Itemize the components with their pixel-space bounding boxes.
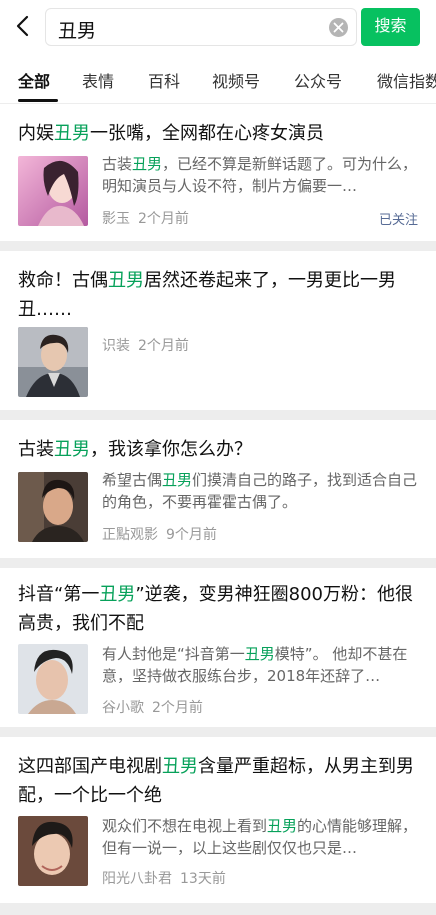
tab-stickers[interactable]: 表情 (82, 68, 114, 92)
result-time: 2个月前 (138, 338, 189, 354)
search-query[interactable]: 丑男 (58, 16, 96, 43)
result-card[interactable]: 内娱丑男一张嘴，全网都在心疼女演员 古装丑男，已经不算是新鲜话题了。可为什么，明… (0, 104, 436, 241)
tab-channels[interactable]: 视频号 (212, 68, 260, 92)
result-card[interactable]: 古装丑男，我该拿你怎么办？ 希望古偶丑男们摸清自己的路子，找到适合自己的角色，不… (0, 420, 436, 558)
tab-wechat-index[interactable]: 微信指数 (377, 68, 436, 92)
result-title[interactable]: 古装丑男，我该拿你怎么办？ (18, 435, 418, 464)
result-card[interactable]: 救命！古偶丑男居然还卷起来了，一男更比一男丑…… 识装 2个月前 (0, 251, 436, 410)
followed-badge: 已关注 (378, 213, 418, 228)
result-time: 9个月前 (166, 527, 217, 543)
tab-encyclopedia[interactable]: 百科 (148, 68, 180, 92)
result-meta: 影玉 2个月前 (102, 208, 189, 228)
search-input[interactable]: 丑男 (45, 8, 357, 46)
search-button[interactable]: 搜索 (361, 8, 420, 46)
result-snippet: 观众们不想在电视上看到丑男的心情能够理解，但有一说一，以上这些剧仅仅也只是… (102, 817, 418, 857)
category-tabs: 全部 表情 百科 视频号 公众号 微信指数 (0, 56, 436, 103)
result-title[interactable]: 内娱丑男一张嘴，全网都在心疼女演员 (18, 119, 418, 148)
result-meta: 阳光八卦君 13天前 (102, 868, 226, 888)
result-snippet: 希望古偶丑男们摸清自己的路子，找到适合自己的角色，不要再霍霍古偶了。 (102, 471, 418, 511)
result-time: 2个月前 (152, 700, 203, 716)
result-source[interactable]: 谷小歌 (102, 700, 144, 716)
result-snippet: 古装丑男，已经不算是新鲜话题了。可为什么，明知演员与人设不符，制片方偏要一… (102, 155, 418, 195)
result-title[interactable]: 救命！古偶丑男居然还卷起来了，一男更比一男丑…… (18, 266, 418, 324)
result-thumbnail[interactable] (18, 816, 88, 886)
result-title[interactable]: 抖音“第一丑男”逆袭，变男神狂圈800万粉：他很高贵，我们不配 (18, 580, 418, 638)
result-meta: 谷小歌 2个月前 (102, 697, 203, 717)
result-card[interactable]: 这四部国产电视剧丑男含量严重超标，从男主到男配，一个比一个绝 观众们不想在电视上… (0, 737, 436, 903)
result-thumbnail[interactable] (18, 472, 88, 542)
active-tab-indicator (18, 99, 58, 102)
result-thumbnail[interactable] (18, 156, 88, 226)
result-meta: 识装 2个月前 (102, 335, 189, 355)
result-thumbnail[interactable] (18, 644, 88, 714)
tab-all[interactable]: 全部 (18, 68, 50, 92)
result-time: 2个月前 (138, 211, 189, 227)
result-snippet: 有人封他是“抖音第一丑男模特”。 他却不甚在意，坚持做衣服练台步，2018年还辞… (102, 645, 408, 685)
result-thumbnail[interactable] (18, 327, 88, 397)
result-source[interactable]: 识装 (102, 338, 130, 354)
back-icon[interactable] (12, 12, 36, 40)
result-time: 13天前 (180, 871, 226, 887)
result-meta: 正點观影 9个月前 (102, 524, 217, 544)
result-card[interactable]: 抖音“第一丑男”逆袭，变男神狂圈800万粉：他很高贵，我们不配 有人封他是“抖音… (0, 568, 436, 727)
tab-official-accounts[interactable]: 公众号 (294, 68, 342, 92)
search-header: 丑男 搜索 (0, 0, 436, 56)
result-title[interactable]: 这四部国产电视剧丑男含量严重超标，从男主到男配，一个比一个绝 (18, 752, 418, 810)
result-source[interactable]: 阳光八卦君 (102, 871, 172, 887)
result-source[interactable]: 影玉 (102, 211, 130, 227)
result-source[interactable]: 正點观影 (102, 527, 158, 543)
clear-icon[interactable] (329, 18, 348, 37)
